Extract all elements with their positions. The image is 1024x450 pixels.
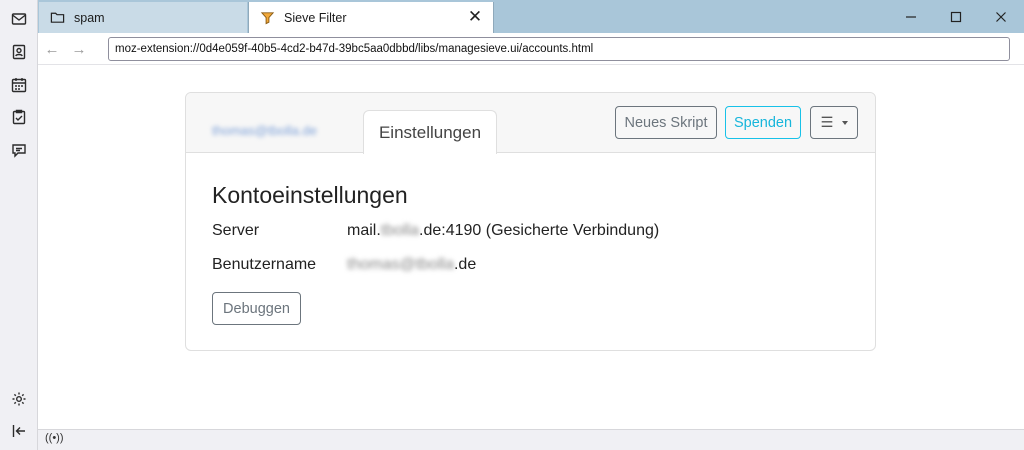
calendar-icon[interactable] [9, 75, 29, 95]
address-book-icon[interactable] [9, 42, 29, 62]
url-input[interactable] [108, 37, 1010, 61]
back-button[interactable]: ← [43, 40, 61, 58]
menu-button[interactable]: ☰ [810, 106, 858, 139]
folder-icon [49, 10, 65, 26]
tab-label: spam [74, 10, 105, 25]
server-suffix: .de:4190 (Gesicherte Verbindung) [419, 222, 660, 239]
chat-icon[interactable] [9, 140, 29, 160]
username-blurred: thomas@tbolla [347, 256, 454, 273]
collapse-icon[interactable] [9, 421, 29, 441]
account-card: thomas@tbolla.de Einstellungen Neues Skr… [185, 92, 876, 351]
server-blurred: tbolla [380, 222, 420, 239]
maximize-icon[interactable] [933, 0, 979, 33]
mail-icon[interactable] [9, 9, 29, 29]
tab-account[interactable]: thomas@tbolla.de [212, 123, 317, 138]
new-script-button[interactable]: Neues Skript [615, 106, 717, 139]
settings-icon[interactable] [9, 389, 29, 409]
server-label: Server [212, 222, 260, 239]
tab-settings[interactable]: Einstellungen [363, 110, 497, 154]
username-label: Benutzername [212, 256, 317, 273]
activity-icon[interactable]: ((•)) [45, 432, 64, 444]
page-title: Kontoeinstellungen [212, 182, 408, 208]
username-value: thomas@tbolla.de [347, 256, 476, 274]
server-value: mail.tbolla.de:4190 (Gesicherte Verbindu… [347, 222, 659, 240]
tasks-icon[interactable] [9, 107, 29, 127]
tab-sieve-filter[interactable]: Sieve Filter ✕ [248, 2, 494, 33]
debug-button[interactable]: Debuggen [212, 292, 301, 325]
navigation-bar: ← → [38, 33, 1024, 65]
tab-label: Sieve Filter [284, 10, 347, 25]
sieve-funnel-icon [259, 10, 275, 26]
tab-strip: spam Sieve Filter ✕ [38, 0, 1024, 33]
card-header: thomas@tbolla.de Einstellungen Neues Skr… [186, 93, 875, 154]
username-suffix: .de [453, 256, 477, 273]
page-content: thomas@tbolla.de Einstellungen Neues Skr… [38, 66, 1024, 429]
spaces-toolbar [0, 0, 38, 450]
caret-down-icon [841, 120, 848, 125]
close-window-icon[interactable] [978, 0, 1024, 33]
donate-button[interactable]: Spenden [725, 106, 801, 139]
minimize-icon[interactable] [888, 0, 934, 33]
status-bar: ((•)) [38, 429, 1024, 450]
hamburger-icon: ☰ [820, 114, 834, 131]
tab-spam[interactable]: spam [39, 2, 247, 33]
server-prefix: mail. [347, 222, 381, 239]
close-tab-icon[interactable]: ✕ [467, 8, 483, 25]
forward-button[interactable]: → [70, 40, 88, 58]
